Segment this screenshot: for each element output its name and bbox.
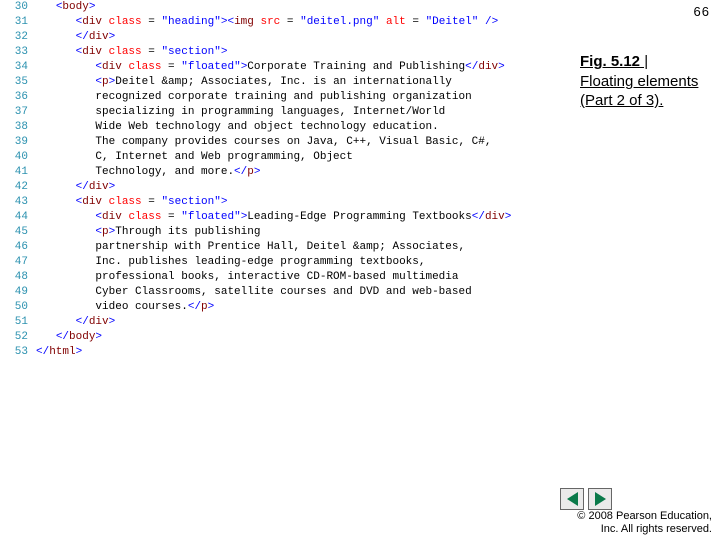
code-line: 42 </div> (0, 180, 570, 195)
code-content: </body> (36, 330, 102, 345)
footer-line1: © 2008 Pearson Education, (577, 510, 712, 523)
next-slide-button[interactable] (588, 488, 612, 510)
code-content: </div> (36, 180, 115, 195)
code-content: <div class = "section"> (36, 45, 227, 60)
line-number: 42 (0, 180, 36, 195)
code-line: 45 <p>Through its publishing (0, 225, 570, 240)
code-line: 40 C, Internet and Web programming, Obje… (0, 150, 570, 165)
footer-line2: Inc. All rights reserved. (577, 523, 712, 536)
code-content: <p>Deitel &amp; Associates, Inc. is an i… (36, 75, 452, 90)
slide-nav (560, 488, 612, 510)
code-content: <p>Through its publishing (36, 225, 260, 240)
line-number: 53 (0, 345, 36, 360)
line-number: 32 (0, 30, 36, 45)
copyright-footer: © 2008 Pearson Education, Inc. All right… (577, 510, 712, 536)
code-content: C, Internet and Web programming, Object (36, 150, 353, 165)
line-number: 46 (0, 240, 36, 255)
triangle-left-icon (567, 492, 578, 506)
figure-caption: Fig. 5.12 | Floating elements (Part 2 of… (580, 52, 700, 111)
line-number: 36 (0, 90, 36, 105)
triangle-right-icon (595, 492, 606, 506)
code-content: Cyber Classrooms, satellite courses and … (36, 285, 472, 300)
code-content: <div class = "floated">Corporate Trainin… (36, 60, 505, 75)
prev-slide-button[interactable] (560, 488, 584, 510)
code-content: video courses.</p> (36, 300, 214, 315)
code-content: partnership with Prentice Hall, Deitel &… (36, 240, 465, 255)
code-line: 38 Wide Web technology and object techno… (0, 120, 570, 135)
code-line: 32 </div> (0, 30, 570, 45)
code-line: 33 <div class = "section"> (0, 45, 570, 60)
code-content: recognized corporate training and publis… (36, 90, 472, 105)
code-line: 51 </div> (0, 315, 570, 330)
code-line: 30 <body> (0, 0, 570, 15)
code-line: 53</html> (0, 345, 570, 360)
code-content: </div> (36, 30, 115, 45)
line-number: 50 (0, 300, 36, 315)
code-line: 36 recognized corporate training and pub… (0, 90, 570, 105)
code-content: Wide Web technology and object technolog… (36, 120, 439, 135)
code-line: 34 <div class = "floated">Corporate Trai… (0, 60, 570, 75)
code-content: <div class = "heading"><img src = "deite… (36, 15, 498, 30)
line-number: 52 (0, 330, 36, 345)
code-line: 44 <div class = "floated">Leading-Edge P… (0, 210, 570, 225)
line-number: 38 (0, 120, 36, 135)
code-line: 37 specializing in programming languages… (0, 105, 570, 120)
code-content: <body> (36, 0, 95, 15)
code-content: </html> (36, 345, 82, 360)
line-number: 49 (0, 285, 36, 300)
code-line: 39 The company provides courses on Java,… (0, 135, 570, 150)
code-line: 31 <div class = "heading"><img src = "de… (0, 15, 570, 30)
figure-number: Fig. 5.12 (580, 53, 640, 70)
code-line: 48 professional books, interactive CD-RO… (0, 270, 570, 285)
code-listing: 30 <body>31 <div class = "heading"><img … (0, 0, 570, 360)
line-number: 31 (0, 15, 36, 30)
figure-title: Floating elements (Part 2 of 3). (580, 73, 698, 110)
code-content: <div class = "floated">Leading-Edge Prog… (36, 210, 511, 225)
code-line: 47 Inc. publishes leading-edge programmi… (0, 255, 570, 270)
code-content: specializing in programming languages, I… (36, 105, 445, 120)
code-line: 46 partnership with Prentice Hall, Deite… (0, 240, 570, 255)
line-number: 34 (0, 60, 36, 75)
figure-sep: | (640, 53, 648, 70)
line-number: 47 (0, 255, 36, 270)
line-number: 40 (0, 150, 36, 165)
code-line: 35 <p>Deitel &amp; Associates, Inc. is a… (0, 75, 570, 90)
line-number: 45 (0, 225, 36, 240)
code-line: 43 <div class = "section"> (0, 195, 570, 210)
line-number: 41 (0, 165, 36, 180)
line-number: 35 (0, 75, 36, 90)
line-number: 51 (0, 315, 36, 330)
line-number: 30 (0, 0, 36, 15)
code-line: 50 video courses.</p> (0, 300, 570, 315)
line-number: 39 (0, 135, 36, 150)
code-content: professional books, interactive CD-ROM-b… (36, 270, 458, 285)
code-content: Technology, and more.</p> (36, 165, 260, 180)
code-content: </div> (36, 315, 115, 330)
code-line: 41 Technology, and more.</p> (0, 165, 570, 180)
code-line: 52 </body> (0, 330, 570, 345)
code-content: The company provides courses on Java, C+… (36, 135, 492, 150)
page-number: 66 (694, 4, 710, 19)
code-content: <div class = "section"> (36, 195, 227, 210)
code-content: Inc. publishes leading-edge programming … (36, 255, 425, 270)
code-line: 49 Cyber Classrooms, satellite courses a… (0, 285, 570, 300)
line-number: 33 (0, 45, 36, 60)
line-number: 43 (0, 195, 36, 210)
line-number: 37 (0, 105, 36, 120)
line-number: 48 (0, 270, 36, 285)
line-number: 44 (0, 210, 36, 225)
